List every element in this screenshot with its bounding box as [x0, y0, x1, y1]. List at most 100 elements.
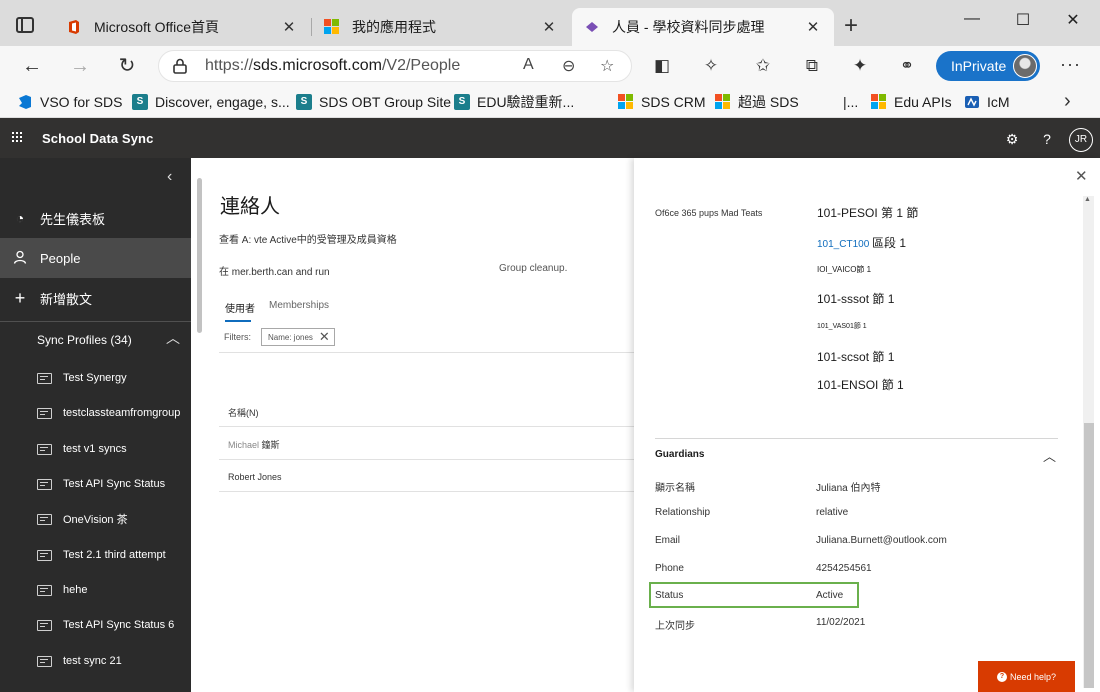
- maximize-button[interactable]: ☐: [1008, 10, 1038, 30]
- group-cleanup-link[interactable]: Group cleanup.: [499, 263, 567, 274]
- favorite-discover-engage[interactable]: S Discover, engage, s...: [132, 93, 290, 111]
- favorites-icon[interactable]: ✩: [752, 56, 774, 78]
- nav-item-dashboard[interactable]: ◔ 先生儀表板: [0, 198, 191, 238]
- table-row[interactable]: Robert Jones: [228, 472, 282, 482]
- collections-icon[interactable]: ⧉: [801, 56, 823, 78]
- user-avatar[interactable]: JR: [1069, 128, 1093, 152]
- app-launcher-icon[interactable]: [12, 132, 24, 144]
- panel-divider: [655, 438, 1058, 439]
- section-item[interactable]: 101_CT100 區段 1: [817, 234, 906, 251]
- panel-scrollbar-thumb[interactable]: [1084, 423, 1094, 688]
- office-extension-icon[interactable]: ◧: [651, 56, 673, 78]
- performance-icon[interactable]: ⚭: [896, 56, 918, 78]
- read-aloud-icon[interactable]: A: [523, 56, 534, 74]
- section-label: 101-scsot 節 1: [817, 350, 895, 364]
- tab-close-icon[interactable]: ✕: [540, 18, 558, 36]
- tab-users[interactable]: 使用者: [225, 300, 255, 322]
- list-divider: [219, 491, 634, 492]
- remove-filter-icon[interactable]: ✕: [319, 329, 330, 345]
- need-help-button[interactable]: ? Need help?: [978, 661, 1075, 692]
- left-navigation: ‹ ◔ 先生儀表板 People + 新增散文 Sync Profiles (3…: [0, 158, 191, 692]
- favorite-edu-verify[interactable]: S EDU驗證重新...: [454, 93, 574, 111]
- sharepoint-icon: S: [132, 94, 148, 110]
- list-divider: [219, 352, 634, 353]
- tab-memberships[interactable]: Memberships: [269, 300, 329, 311]
- browser-tab-strip: Microsoft Office首頁 ✕ 我的應用程式 ✕ 人員 - 學校資料同…: [0, 0, 1100, 46]
- sync-profiles-heading[interactable]: Sync Profiles (34): [37, 333, 132, 347]
- section-label: 101-PESOI 第 1 節: [817, 206, 919, 220]
- inprivate-button[interactable]: InPrivate: [936, 51, 1040, 81]
- settings-gear-icon[interactable]: ⚙: [1002, 129, 1022, 149]
- zoom-out-icon[interactable]: ⊖: [562, 56, 575, 76]
- sync-profile-item[interactable]: test v1 syncs: [37, 439, 187, 459]
- sync-profile-label: test sync 21: [63, 655, 122, 667]
- add-favorite-icon[interactable]: ☆: [600, 56, 614, 76]
- close-panel-icon[interactable]: ✕: [1075, 167, 1088, 185]
- favorite-beyond-sds[interactable]: 超過 SDS: [715, 93, 799, 111]
- refresh-icon[interactable]: ↻: [115, 54, 139, 78]
- field-value-relationship: relative: [816, 507, 849, 518]
- section-link[interactable]: 101_CT100: [817, 239, 869, 250]
- icm-icon: [965, 96, 979, 108]
- office-icon: [69, 20, 79, 34]
- favorite-more-folder[interactable]: |...: [843, 93, 858, 111]
- help-icon[interactable]: ?: [1037, 129, 1057, 149]
- chevron-up-icon[interactable]: ︿: [166, 328, 180, 348]
- guardians-heading[interactable]: Guardians: [655, 449, 704, 460]
- sync-profile-item[interactable]: Test API Sync Status 6: [37, 615, 187, 635]
- section-label: 101_VAS01節 1: [817, 323, 867, 330]
- sync-profile-item[interactable]: test sync 21: [37, 651, 187, 671]
- tab-people-sds[interactable]: 人員 - 學校資料同步處理 ✕: [572, 8, 834, 46]
- filter-chip[interactable]: Name: jones ✕: [261, 328, 335, 346]
- favorite-vso-for-sds[interactable]: VSO for SDS: [17, 93, 122, 111]
- nav-item-people[interactable]: People: [0, 238, 191, 278]
- minimize-button[interactable]: —: [957, 10, 987, 28]
- table-row[interactable]: Michael 鐘斯: [228, 438, 280, 451]
- field-value-status: Active: [816, 590, 844, 601]
- favorite-sds-crm[interactable]: SDS CRM: [618, 93, 706, 111]
- section-item: IOI_VAICO節 1: [817, 264, 871, 275]
- sync-profile-item[interactable]: hehe: [37, 580, 187, 600]
- chevron-up-icon[interactable]: ︿: [1043, 446, 1056, 465]
- tab-my-apps[interactable]: 我的應用程式 ✕: [312, 8, 570, 46]
- new-tab-button[interactable]: +: [838, 12, 864, 40]
- sync-profile-item[interactable]: Test API Sync Status: [37, 474, 187, 494]
- sync-profile-item[interactable]: OneVision 茶: [37, 509, 187, 529]
- sync-profile-item[interactable]: Test Synergy: [37, 368, 187, 388]
- profile-card-icon: [37, 443, 52, 455]
- tab-close-icon[interactable]: ✕: [804, 18, 822, 36]
- favorite-label: Discover, engage, s...: [155, 94, 290, 110]
- scroll-up-icon[interactable]: ▲: [1084, 196, 1091, 203]
- microsoft-logo-icon: [324, 19, 340, 35]
- address-bar[interactable]: https://sds.microsoft.com/V2/People: [158, 50, 632, 82]
- profile-card-icon: [37, 513, 52, 525]
- person-first-name: Michael: [228, 440, 260, 450]
- back-arrow-icon[interactable]: ←: [20, 54, 44, 78]
- favorite-icm[interactable]: IcM: [964, 93, 1010, 111]
- person-last-name: 鐘斯: [261, 440, 280, 450]
- nav-item-add-profile[interactable]: + 新增散文: [0, 278, 191, 318]
- sharepoint-icon: S: [454, 94, 470, 110]
- window-close-button[interactable]: ✕: [1058, 10, 1088, 30]
- app-title: School Data Sync: [42, 131, 154, 146]
- collapse-nav-icon[interactable]: ‹: [167, 168, 172, 186]
- field-value-phone: 4254254561: [816, 563, 872, 574]
- tab-office-home[interactable]: Microsoft Office首頁 ✕: [54, 8, 310, 46]
- copilot-icon[interactable]: ✦: [849, 56, 871, 78]
- favorite-sds-obt-group-site[interactable]: S SDS OBT Group Site: [296, 93, 451, 111]
- extensions-icon[interactable]: ✧: [700, 56, 722, 78]
- tab-close-icon[interactable]: ✕: [280, 18, 298, 36]
- column-header-name[interactable]: 名稱(N): [228, 406, 259, 419]
- sync-profile-label: testclassteamfromgroup: [63, 407, 181, 419]
- forward-arrow-icon[interactable]: →: [68, 54, 92, 78]
- more-options-icon[interactable]: ···: [1060, 54, 1081, 75]
- sync-profile-label: Test 2.1 third attempt: [63, 549, 166, 561]
- chevron-right-icon[interactable]: ›: [1064, 90, 1071, 113]
- favorite-edu-apis[interactable]: Edu APIs: [871, 93, 952, 111]
- profile-card-icon: [37, 619, 52, 631]
- sync-profile-item[interactable]: testclassteamfromgroup: [37, 403, 187, 423]
- sync-profile-item[interactable]: Test 2.1 third attempt: [37, 545, 187, 565]
- main-scrollbar[interactable]: [197, 178, 202, 333]
- tab-actions-icon[interactable]: [16, 17, 34, 33]
- section-item: 101-PESOI 第 1 節: [817, 204, 918, 221]
